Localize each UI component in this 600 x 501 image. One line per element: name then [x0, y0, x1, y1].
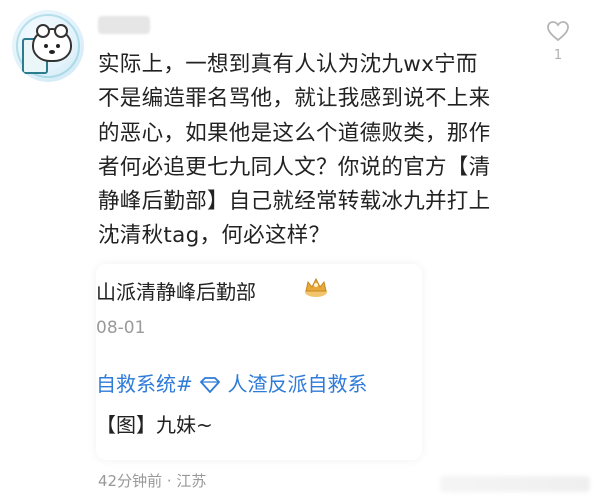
diamond-icon — [199, 377, 221, 393]
tag-link[interactable]: 人渣反派自救系 — [227, 372, 367, 396]
quoted-post-card[interactable]: 山派清静峰后勤部 08-01 自救系统# 人渣反派自救系 【图】九妹~ — [96, 264, 422, 460]
watermark-blurred — [440, 476, 590, 492]
comment-meta: 42分钟前 · 江苏 — [98, 472, 207, 490]
crown-icon — [305, 277, 327, 297]
like-count: 1 — [553, 48, 563, 63]
comment-line: 者何必追更七九同人文？你说的官方【清 — [98, 154, 491, 180]
like-button[interactable]: 1 — [541, 20, 575, 63]
quoted-post-content: 【图】九妹~ — [96, 413, 213, 437]
tag-link[interactable]: 自救系统# — [96, 372, 193, 396]
bear-icon — [32, 24, 72, 62]
username-blurred[interactable] — [98, 16, 150, 34]
comment-line: 的恶心，如果他是这么个道德败类，那作 — [98, 120, 491, 146]
bear-eye — [56, 44, 60, 48]
comment-line: 实际上，一想到真有人认为沈九wx宁而 — [98, 52, 478, 77]
comment-line: 不是编造罪名骂他，就让我感到说不上来 — [98, 86, 491, 112]
comment-line: 静峰后勤部】自己就经常转载冰九并打上 — [98, 189, 491, 215]
quoted-post-title: 山派清静峰后勤部 — [96, 280, 256, 304]
bear-eye — [44, 44, 48, 48]
avatar[interactable] — [12, 10, 84, 82]
quoted-post-tags: 自救系统# 人渣反派自救系 — [96, 368, 367, 397]
bear-nose — [49, 50, 55, 54]
comment-line: 沈清秋tag，何必这样？ — [98, 223, 331, 249]
comment-text: 实际上，一想到真有人认为沈九wx宁而 不是编造罪名骂他，就让我感到说不上来 的恶… — [98, 48, 528, 254]
quoted-post-date: 08-01 — [96, 318, 146, 338]
heart-outline-icon — [547, 21, 569, 42]
